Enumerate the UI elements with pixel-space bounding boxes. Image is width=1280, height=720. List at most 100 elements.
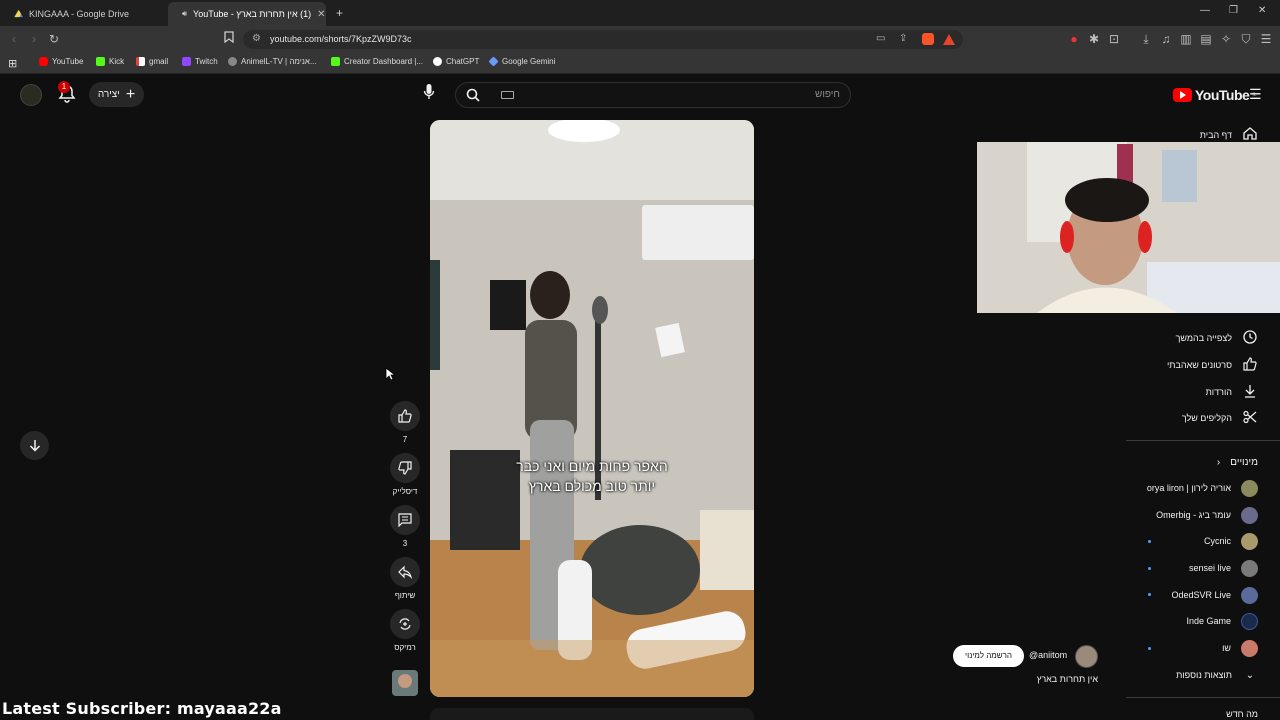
comments-count: 3 — [402, 539, 408, 548]
audio-thumbnail[interactable] — [392, 670, 418, 696]
brave-shield-icon[interactable] — [922, 33, 934, 45]
video-frame — [430, 120, 754, 697]
dislike-button[interactable] — [390, 453, 420, 483]
sidebar-item-downloads[interactable]: הורדות — [1206, 382, 1258, 402]
subscription-item[interactable]: OdedSVR Live — [1171, 585, 1258, 605]
comments-button[interactable] — [390, 505, 420, 535]
channel-avatar — [1241, 559, 1258, 577]
sidebar-item-your-clips[interactable]: הקליפים שלך — [1182, 408, 1258, 428]
menu-icon[interactable]: ☰ — [1258, 31, 1274, 47]
youtube-play-icon — [1173, 88, 1192, 102]
screenshot-icon[interactable]: ⊡ — [1106, 31, 1122, 47]
address-bar[interactable]: ⚙ youtube.com/shorts/7KpzZW9D73c ▭ ⇪ — [243, 30, 963, 49]
home-icon — [1242, 127, 1258, 143]
site-settings-icon[interactable]: ⚙ — [252, 33, 261, 44]
remix-button[interactable] — [390, 609, 420, 639]
like-count: 7 — [402, 435, 408, 444]
forward-icon[interactable]: › — [26, 31, 42, 47]
wallet-icon[interactable]: ▤ — [1198, 31, 1214, 47]
remix-action[interactable]: רמיקס — [390, 609, 420, 652]
sidebar-item-liked-videos[interactable]: סרטונים שאהבתי — [1167, 355, 1258, 375]
reload-icon[interactable]: ↻ — [46, 31, 62, 47]
subscription-item[interactable]: אוריה לירון | orya liron — [1147, 478, 1258, 498]
video-title[interactable]: אין תחרות בארץ — [1000, 674, 1098, 684]
record-extension-icon[interactable]: ● — [1066, 31, 1082, 47]
subscription-item[interactable]: שו — [1222, 638, 1258, 658]
close-tab-icon[interactable]: ✕ — [317, 9, 325, 20]
subscription-item[interactable]: sensei live — [1189, 558, 1258, 578]
subscription-item[interactable]: עומר ביג - Omerbig — [1156, 505, 1258, 525]
create-button[interactable]: יצירה + — [89, 82, 144, 107]
maximize-icon[interactable]: ❐ — [1229, 5, 1238, 16]
subscription-item[interactable]: Inde Game — [1186, 611, 1258, 631]
live-indicator — [1148, 593, 1151, 596]
share-icon[interactable]: ⇪ — [899, 33, 907, 44]
sidebar-item-watch-later[interactable]: לצפייה בהמשך — [1176, 328, 1258, 348]
channel-handle[interactable]: @aniitom — [1029, 650, 1067, 660]
bookmark-twitch[interactable]: Twitch — [182, 57, 218, 66]
twitch-icon — [182, 57, 191, 66]
bookmark-youtube[interactable]: YouTube — [39, 57, 83, 66]
like-action[interactable]: 7 — [390, 401, 420, 444]
next-video-preview[interactable] — [430, 708, 754, 720]
cast-icon[interactable]: ▭ — [876, 33, 885, 44]
search-input[interactable]: חיפוש — [815, 89, 840, 100]
tab-google-drive[interactable]: KINGAAA - Google Drive — [6, 2, 166, 26]
share-button[interactable] — [390, 557, 420, 587]
leo-ai-icon[interactable]: ✧ — [1218, 31, 1234, 47]
show-more-subscriptions[interactable]: ⌄ תוצאות נוספות — [1176, 665, 1258, 685]
live-indicator — [1148, 647, 1151, 650]
brave-rewards-icon[interactable] — [943, 34, 955, 45]
keyboard-icon[interactable] — [501, 91, 514, 99]
subscribe-button[interactable]: הרשמה למינוי — [953, 645, 1024, 667]
vpn-shield-icon[interactable]: ⛉ — [1238, 31, 1254, 47]
arrow-down-icon — [29, 440, 40, 452]
download-icon[interactable]: ⤓ — [1138, 31, 1154, 47]
channel-avatar[interactable] — [1075, 645, 1098, 668]
search-box[interactable]: חיפוש — [455, 82, 851, 108]
close-window-icon[interactable]: ✕ — [1258, 5, 1266, 16]
bookmark-icon[interactable] — [221, 31, 237, 48]
like-button[interactable] — [390, 401, 420, 431]
dislike-action[interactable]: דיסלייק — [390, 453, 420, 496]
bookmark-gmail[interactable]: gmail — [136, 57, 168, 66]
bookmark-kick[interactable]: Kick — [96, 57, 124, 66]
search-icon[interactable] — [466, 88, 480, 107]
bookmark-creator-dashboard[interactable]: Creator Dashboard |... — [331, 57, 423, 66]
latest-subscriber-overlay: Latest Subscriber: mayaaa22a — [2, 699, 282, 718]
subscriptions-header[interactable]: מינויים ‹ — [1217, 452, 1258, 472]
subscription-item[interactable]: Cycnic — [1204, 531, 1258, 551]
voice-search-button[interactable] — [418, 83, 440, 105]
media-icon[interactable]: ♫ — [1158, 31, 1174, 47]
comment-icon — [398, 513, 412, 527]
apps-grid-icon[interactable]: ⊞ — [8, 57, 17, 70]
shorts-video-player[interactable]: האפר פחות מיום ואני כבר יותר טוב מכולם ב… — [430, 120, 754, 697]
download-icon — [1242, 384, 1258, 401]
channel-avatar — [1241, 586, 1258, 604]
bookmark-chatgpt[interactable]: ChatGPT — [433, 57, 479, 66]
create-label: יצירה — [97, 89, 120, 100]
next-video-button[interactable] — [20, 431, 49, 460]
notifications-button[interactable]: 1 — [58, 81, 78, 104]
youtube-logo[interactable]: YouTube IL — [1173, 87, 1256, 103]
bookmark-anime[interactable]: AnimelL-TV | אנימה... — [228, 57, 317, 66]
speaker-icon: 🔊︎ — [182, 9, 188, 18]
extensions-icon[interactable]: ✱ — [1086, 31, 1102, 47]
minimize-icon[interactable]: — — [1200, 5, 1210, 16]
video-caption: האפר פחות מיום ואני כבר יותר טוב מכולם ב… — [516, 458, 668, 494]
gemini-icon — [488, 56, 499, 67]
sidebar-toggle-icon[interactable]: ▥ — [1178, 31, 1194, 47]
account-avatar[interactable] — [20, 84, 42, 106]
back-icon[interactable]: ‹ — [6, 31, 22, 47]
chevron-left-icon: ‹ — [1216, 456, 1221, 468]
tab-youtube[interactable]: 🔊︎ (1) אין תחרות בארץ - YouTube ✕ — [168, 2, 326, 26]
webcam-overlay — [977, 142, 1280, 313]
bookmarks-bar: ⊞ YouTube Kick gmail Twitch AnimelL-TV |… — [0, 52, 1280, 74]
new-tab-icon[interactable]: + — [336, 6, 343, 20]
hamburger-menu-icon[interactable]: ☰ — [1249, 86, 1262, 103]
tab-title: (1) אין תחרות בארץ - YouTube — [193, 9, 312, 19]
comments-action[interactable]: 3 — [390, 505, 420, 548]
bookmark-gemini[interactable]: Google Gemini — [488, 56, 555, 67]
channel-avatar — [1241, 612, 1258, 630]
share-action[interactable]: שיתוף — [390, 557, 420, 600]
